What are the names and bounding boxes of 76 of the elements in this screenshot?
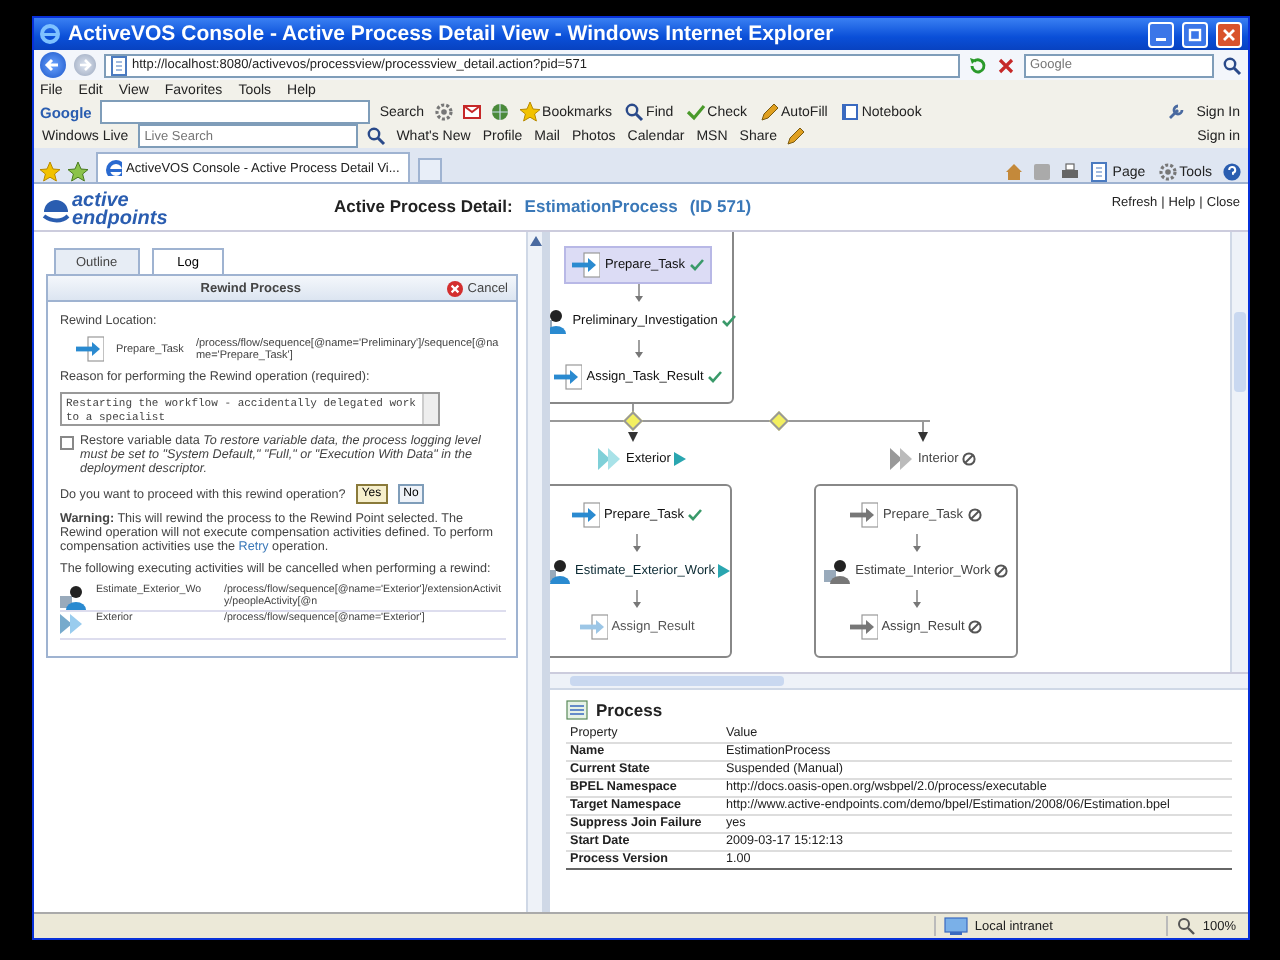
book-icon	[839, 102, 860, 122]
stop-icon[interactable]	[996, 55, 1016, 75]
process-name: EstimationProcess	[524, 196, 678, 216]
window-title: ActiveVOS Console - Active Process Detail View - Windows Internet Explorer	[68, 22, 836, 46]
search-icon[interactable]	[366, 126, 387, 146]
printer-icon[interactable]	[1060, 162, 1081, 182]
network-icon	[944, 916, 969, 936]
arrow-document-icon	[579, 614, 608, 640]
refresh-icon[interactable]	[968, 55, 988, 75]
double-arrow-icon	[890, 448, 914, 470]
check-icon	[689, 258, 704, 272]
person-icon	[823, 558, 852, 584]
check-icon	[721, 314, 736, 328]
blocked-icon	[967, 508, 982, 522]
down-arrow-icon	[918, 432, 928, 442]
connector-arrow	[633, 340, 643, 358]
mail-icon[interactable]	[462, 102, 483, 122]
blocked-icon	[968, 620, 983, 634]
add-favorite-star-icon[interactable]	[68, 162, 88, 182]
scrollbar[interactable]	[526, 232, 542, 912]
page-icon	[110, 55, 128, 75]
section-title: Process	[596, 700, 663, 720]
check-icon	[688, 508, 703, 522]
close-button[interactable]	[1216, 21, 1242, 47]
check-icon	[707, 370, 722, 384]
connector-arrow	[911, 534, 921, 552]
blocked-icon	[994, 564, 1009, 578]
play-icon	[674, 452, 687, 466]
scrollbar[interactable]	[1230, 232, 1248, 672]
gear-icon[interactable]	[434, 102, 455, 122]
back-button[interactable]	[40, 52, 66, 78]
play-icon	[718, 564, 731, 578]
up-arrow-icon	[529, 236, 541, 246]
checkbox[interactable]	[60, 436, 74, 450]
maximize-icon	[1188, 27, 1202, 41]
arrow-document-icon	[850, 502, 879, 528]
connector-arrow	[911, 590, 921, 608]
cancel-icon	[445, 279, 464, 297]
logo-text: active	[72, 192, 129, 210]
logo-swoosh-icon	[42, 194, 70, 226]
minimize-button[interactable]	[1148, 21, 1174, 47]
page-title: Active Process Detail:	[334, 196, 513, 216]
gear-icon	[1157, 162, 1178, 182]
wrench-icon[interactable]	[1166, 102, 1187, 122]
list-icon	[566, 700, 588, 720]
logo-text: endpoints	[72, 210, 168, 228]
connector-arrow	[633, 284, 643, 302]
connector-arrow	[632, 590, 642, 608]
browser-logo-icon	[106, 160, 122, 176]
forward-arrow-icon	[74, 54, 96, 76]
person-icon	[550, 558, 572, 584]
blocked-icon	[962, 452, 977, 466]
globe-icon[interactable]	[490, 102, 511, 122]
arrow-document-icon	[76, 336, 104, 362]
close-icon	[1222, 27, 1236, 41]
arrow-document-icon	[849, 614, 878, 640]
zoom-icon	[1176, 916, 1197, 936]
toolbar-search-field[interactable]	[99, 100, 370, 124]
home-icon[interactable]	[1004, 162, 1025, 182]
scrollbar[interactable]	[422, 394, 438, 424]
down-arrow-icon	[628, 432, 638, 442]
favorites-star-icon[interactable]	[40, 162, 60, 182]
arrow-document-icon	[572, 252, 601, 278]
person-icon	[60, 584, 88, 610]
help-icon[interactable]	[1222, 162, 1242, 182]
arrow-document-icon	[571, 502, 600, 528]
maximize-button[interactable]	[1182, 21, 1208, 47]
double-arrow-icon	[598, 448, 622, 470]
check-icon	[685, 102, 706, 122]
connector-arrow	[632, 534, 642, 552]
browser-logo-icon	[40, 24, 60, 44]
search-icon	[624, 102, 645, 122]
scrollbar[interactable]	[550, 674, 1248, 690]
star-icon	[520, 102, 541, 122]
search-icon[interactable]	[1222, 55, 1242, 75]
process-id: (ID 571)	[689, 196, 752, 216]
